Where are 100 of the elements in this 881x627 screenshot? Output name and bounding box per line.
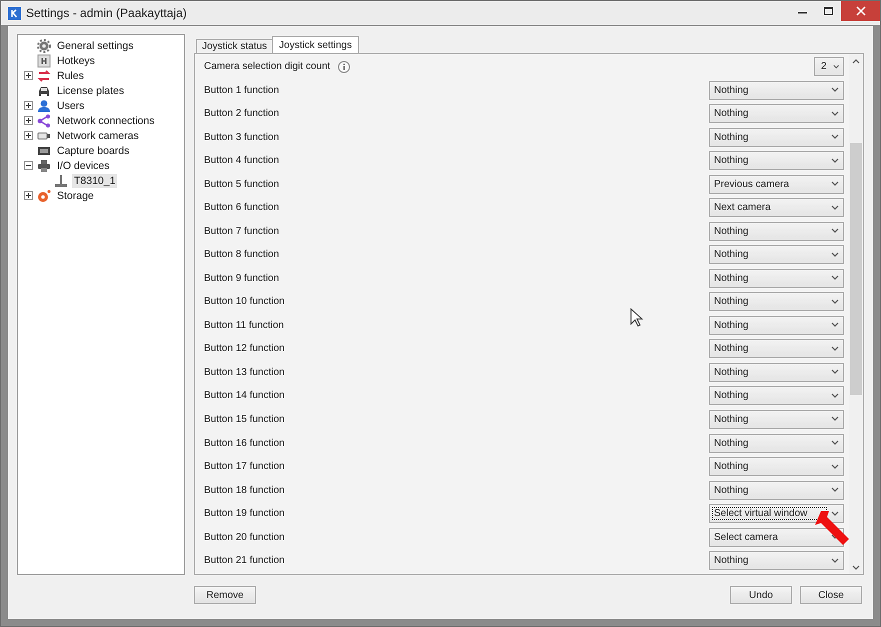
setting-label: Button 2 function — [204, 108, 280, 120]
setting-label: Button 6 function — [204, 202, 280, 214]
setting-label: Button 1 function — [204, 84, 280, 96]
close-dialog-button[interactable]: Close — [800, 586, 862, 604]
setting-label: Camera selection digit count — [204, 61, 330, 72]
tree-item[interactable]: Network connections — [55, 114, 156, 128]
caret-icon — [831, 440, 839, 446]
tree-item[interactable]: Capture boards — [55, 144, 132, 158]
caret-icon — [831, 298, 839, 305]
dropdown[interactable]: Nothing — [709, 434, 844, 452]
setting-label: Button 12 function — [204, 343, 285, 354]
caret-icon — [831, 464, 839, 470]
setting-label: Button 5 function — [204, 178, 280, 190]
dropdown[interactable]: Nothing — [709, 104, 844, 124]
dropdown[interactable]: Nothing — [709, 80, 844, 100]
dropdown[interactable]: Nothing — [709, 480, 844, 500]
setting-label: Button 13 function — [204, 366, 285, 378]
window-title: Settings - admin (Paakayttaja) — [26, 6, 188, 20]
caret-icon — [831, 558, 839, 564]
tree-item[interactable]: Network cameras — [55, 128, 141, 142]
caret-icon — [832, 64, 839, 70]
caret-icon — [831, 204, 839, 211]
tab[interactable]: Joystick status — [196, 39, 274, 53]
network-icon — [37, 114, 51, 128]
dropdown[interactable]: Select virtual window — [709, 504, 844, 524]
disc-icon — [37, 188, 51, 202]
setting-label: Button 3 function — [204, 132, 280, 143]
setting-label: Button 10 function — [204, 296, 285, 308]
remove-button[interactable]: Remove — [194, 586, 256, 604]
caret-icon — [831, 369, 839, 376]
expand-icon[interactable] — [24, 101, 33, 110]
setting-label: Button 17 function — [204, 461, 285, 472]
dropdown[interactable]: Nothing — [709, 386, 844, 406]
caret-icon — [831, 487, 839, 494]
dropdown[interactable]: Nothing — [709, 292, 844, 312]
user-icon — [37, 98, 51, 112]
setting-label: Button 11 function — [204, 320, 284, 331]
dropdown[interactable]: 2 — [814, 57, 844, 76]
expand-icon[interactable] — [24, 71, 33, 80]
setting-label: Button 14 function — [204, 390, 285, 402]
scroll-down-icon[interactable] — [852, 565, 860, 571]
setting-label: Button 9 function — [204, 272, 280, 284]
dropdown[interactable]: Nothing — [709, 410, 844, 429]
caret-icon — [831, 275, 839, 282]
dropdown[interactable]: Nothing — [709, 339, 844, 358]
dropdown[interactable]: Select camera — [709, 528, 844, 547]
caret-icon — [831, 110, 839, 117]
dropdown[interactable]: Nothing — [709, 457, 844, 476]
caret-icon — [831, 134, 839, 140]
dropdown[interactable]: Nothing — [709, 222, 844, 241]
expand-icon[interactable] — [24, 131, 33, 140]
setting-label: Button 4 function — [204, 155, 280, 166]
tree-item[interactable]: Rules — [55, 68, 86, 82]
caret-icon — [831, 346, 839, 352]
setting-label: Button 16 function — [204, 438, 285, 448]
caret-icon — [831, 510, 839, 517]
close-icon — [856, 6, 866, 16]
dropdown[interactable]: Next camera — [709, 198, 844, 218]
undo-button[interactable]: Undo — [730, 586, 792, 604]
setting-label: Button 21 function — [204, 555, 285, 566]
tree-item[interactable]: License plates — [55, 84, 126, 98]
caret-icon — [831, 252, 839, 258]
tab[interactable]: Joystick settings — [272, 36, 359, 53]
dropdown[interactable]: Nothing — [709, 316, 844, 335]
scrollbar-thumb[interactable] — [850, 143, 862, 395]
gear-icon — [37, 38, 51, 52]
app-logo-icon — [8, 6, 21, 20]
caret-icon — [831, 392, 839, 399]
collapse-icon[interactable] — [24, 161, 33, 170]
tree-item[interactable]: I/O devices — [55, 158, 112, 172]
dropdown[interactable]: Nothing — [709, 128, 844, 147]
arrows-icon — [37, 68, 51, 82]
tree-item[interactable]: Hotkeys — [55, 54, 97, 68]
setting-label: Button 8 function — [204, 249, 280, 260]
tree-item[interactable]: Storage — [55, 188, 96, 202]
dropdown[interactable]: Previous camera — [709, 174, 844, 194]
setting-label: Button 18 function — [204, 484, 285, 496]
dropdown[interactable]: Nothing — [709, 362, 844, 382]
setting-label: Button 20 function — [204, 532, 285, 543]
joystick-icon — [54, 174, 68, 188]
scroll-up-icon[interactable] — [852, 58, 860, 65]
tree-item[interactable]: T8310_1 — [72, 174, 118, 188]
setting-label: Button 15 function — [204, 414, 285, 425]
tree-item[interactable]: Users — [55, 98, 86, 112]
dropdown[interactable]: Nothing — [709, 268, 844, 288]
caret-icon — [831, 87, 839, 94]
dropdown[interactable]: Nothing — [709, 551, 844, 570]
close-button[interactable] — [841, 1, 880, 21]
tree-item[interactable]: General settings — [55, 38, 136, 52]
caret-icon — [831, 228, 839, 234]
info-icon — [338, 60, 350, 73]
printer-icon — [37, 158, 51, 172]
maximize-icon — [824, 7, 832, 15]
expand-icon[interactable] — [24, 116, 33, 125]
expand-icon[interactable] — [24, 191, 33, 200]
dropdown[interactable]: Nothing — [709, 245, 844, 264]
caret-icon — [831, 416, 839, 422]
dropdown[interactable]: Nothing — [709, 151, 844, 170]
caret-icon — [831, 322, 839, 328]
caret-icon — [831, 181, 839, 188]
